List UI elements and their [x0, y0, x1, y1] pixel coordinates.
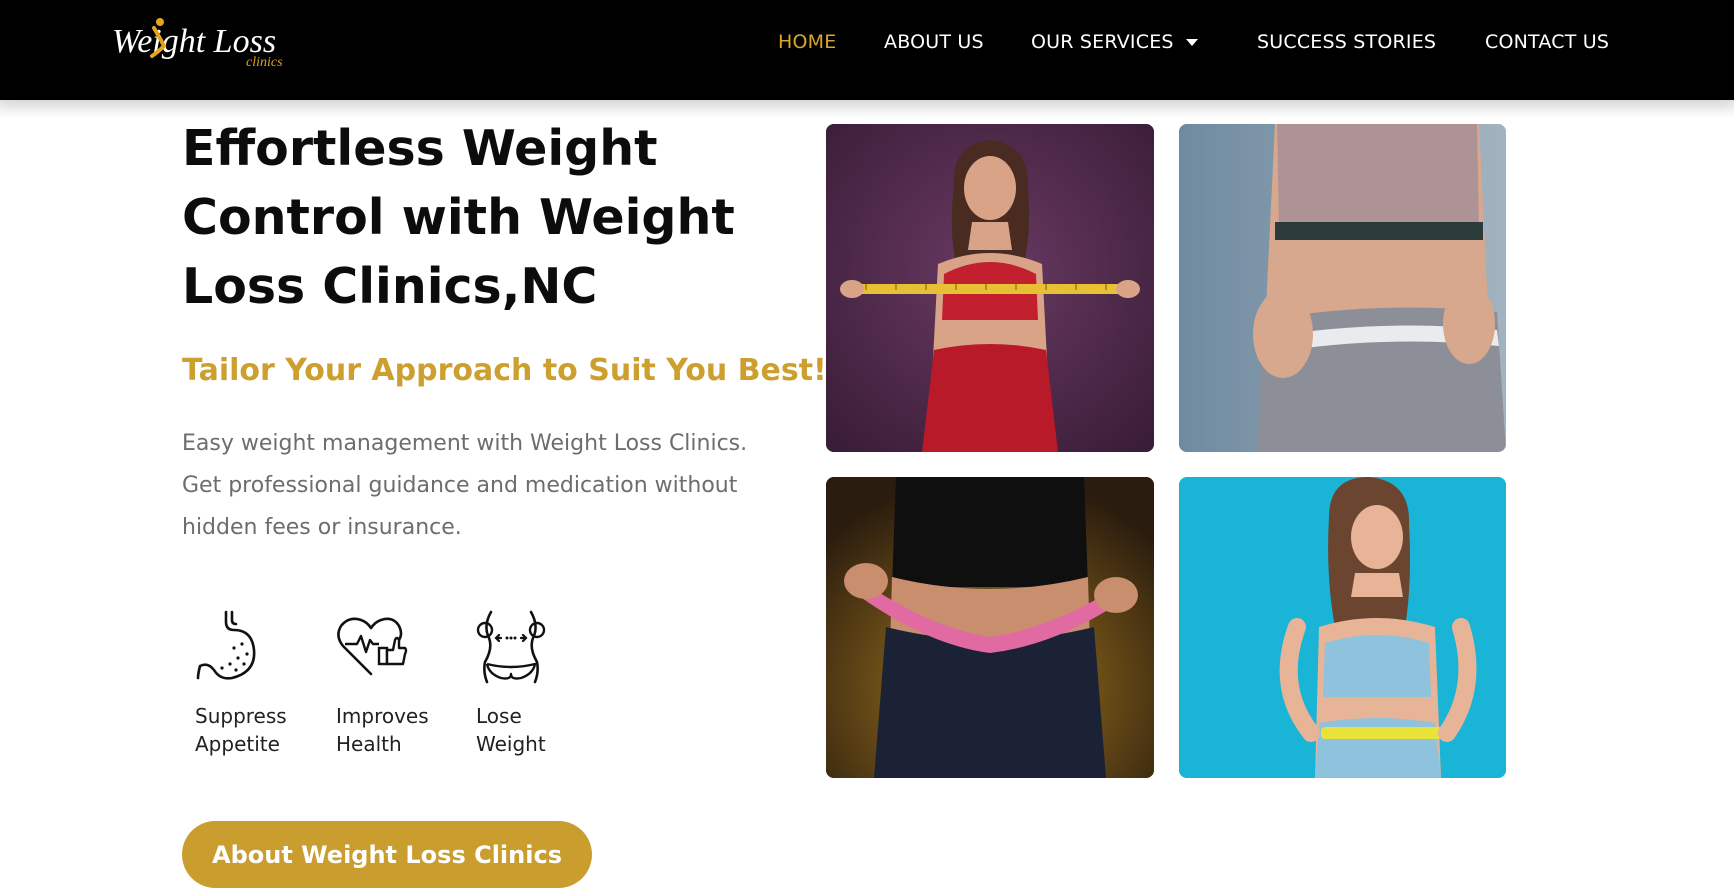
feature-label-line1: Improves	[336, 704, 429, 728]
feature-label-line1: Lose	[476, 704, 522, 728]
hero-description: Easy weight management with Weight Loss …	[182, 431, 748, 540]
feature-label-line2: Health	[336, 732, 402, 756]
heart-health-icon	[337, 617, 408, 676]
waist-slimming-icon	[476, 610, 546, 684]
caret-down-icon[interactable]	[1185, 39, 1198, 46]
feature-label-line2: Appetite	[195, 732, 280, 756]
nav-success-stories[interactable]: SUCCESS STORIES	[1257, 31, 1436, 53]
nav-contact-us-label: CONTACT US	[1485, 31, 1610, 53]
feature-label: Improves Health	[336, 702, 446, 758]
feature-label: Lose Weight	[476, 702, 586, 758]
site-header: Weight Loss clinics HOME ABOUT US OUR SE…	[0, 0, 1734, 100]
waist-measuring-tape-closeup-photo	[1179, 124, 1506, 452]
nav-success-stories-label: SUCCESS STORIES	[1257, 31, 1437, 53]
nav-home[interactable]: HOME	[778, 31, 836, 53]
stomach-icon	[196, 610, 256, 680]
hero-title: Effortless Weight Control with Weight Lo…	[182, 120, 735, 315]
nav-about-us-label: ABOUT US	[884, 31, 984, 53]
logo-subtext: clinics	[246, 55, 283, 70]
nav-our-services[interactable]: OUR SERVICES	[1031, 31, 1198, 53]
feature-list: Suppress Appetite Improves Health Lose W…	[182, 608, 602, 768]
nav-contact-us[interactable]: CONTACT US	[1485, 31, 1609, 53]
woman-measuring-tape-purple-photo	[826, 124, 1154, 452]
nav-home-label: HOME	[778, 31, 837, 53]
feature-label-line1: Suppress	[195, 704, 287, 728]
nav-about-us[interactable]: ABOUT US	[884, 31, 984, 53]
feature-label-line2: Weight	[476, 732, 546, 756]
feature-label: Suppress Appetite	[195, 702, 305, 758]
site-logo[interactable]: Weight Loss clinics	[112, 16, 292, 70]
about-weight-loss-clinics-button[interactable]: About Weight Loss Clinics	[182, 821, 592, 888]
woman-yellow-tape-blue-photo	[1179, 477, 1506, 778]
hero-subtitle: Tailor Your Approach to Suit You Best!	[182, 353, 827, 388]
waist-pink-tape-jeans-photo	[826, 477, 1154, 778]
nav-our-services-label: OUR SERVICES	[1031, 31, 1174, 53]
